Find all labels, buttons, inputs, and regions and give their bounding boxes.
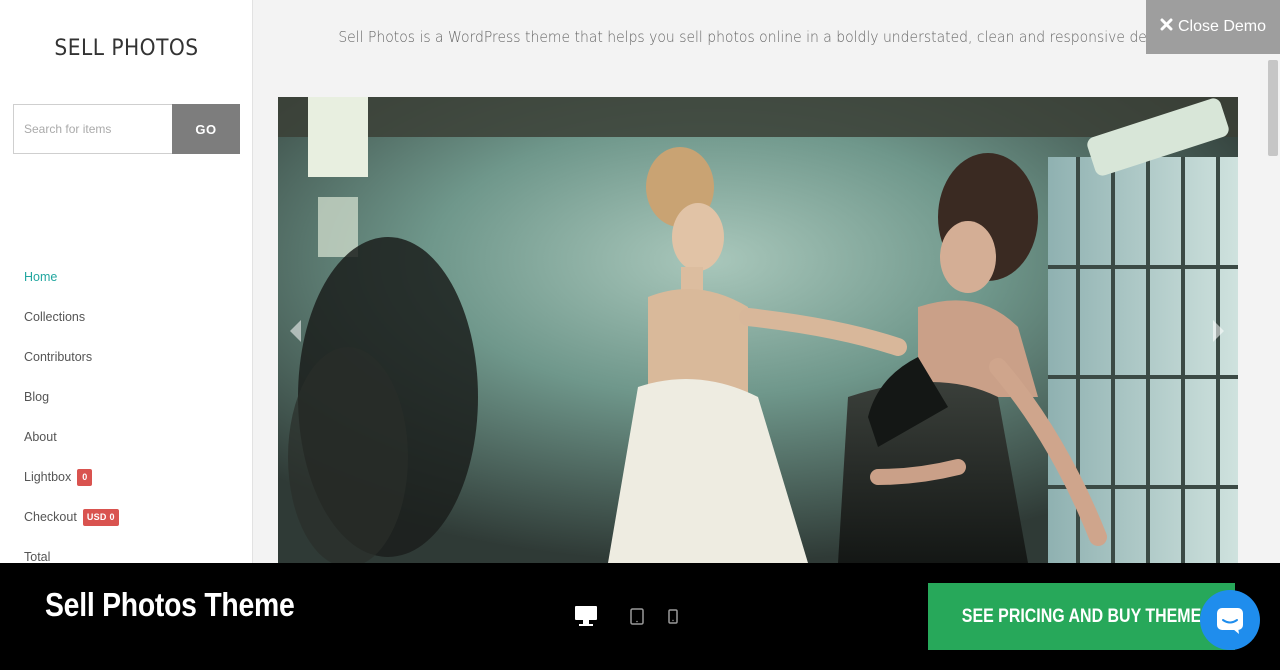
- nav-item-label: Home: [24, 270, 58, 284]
- nav-item-label: Contributors: [24, 350, 93, 364]
- nav-item-label: Checkout: [24, 510, 77, 524]
- nav-item-about[interactable]: About: [24, 417, 119, 457]
- theme-name: Sell Photos Theme: [45, 586, 295, 623]
- close-demo-label: Close Demo: [1177, 18, 1267, 35]
- nav-item-label: Lightbox: [24, 470, 72, 484]
- nav-item-lightbox[interactable]: Lightbox 0: [24, 457, 119, 497]
- chat-icon: [1217, 608, 1243, 634]
- buy-theme-button[interactable]: SEE PRICING AND BUY THEME: [928, 583, 1235, 650]
- nav-item-collections[interactable]: Collections: [24, 297, 119, 337]
- demo-page: SELL PHOTOS GO Home Collections Contribu…: [0, 0, 1280, 670]
- mobile-icon[interactable]: [668, 609, 678, 624]
- nav-item-label: Total: [24, 550, 51, 564]
- search-button[interactable]: GO: [172, 104, 240, 154]
- checkout-total-badge: USD 0: [82, 508, 119, 526]
- search-form: GO: [13, 104, 240, 154]
- nav-item-home[interactable]: Home: [24, 257, 119, 297]
- hero-photo: [278, 97, 1238, 563]
- chat-launcher-button[interactable]: [1200, 590, 1260, 650]
- sidebar: SELL PHOTOS GO Home Collections Contribu…: [0, 0, 253, 564]
- close-demo-button[interactable]: Close Demo: [1146, 0, 1280, 54]
- desktop-icon[interactable]: [574, 605, 598, 627]
- nav-item-label: About: [24, 430, 57, 444]
- hero-slider: [278, 97, 1238, 563]
- close-icon: [1160, 18, 1173, 36]
- scrollbar-thumb[interactable]: [1268, 60, 1278, 156]
- buy-theme-label: SEE PRICING AND BUY THEME: [961, 605, 1202, 627]
- main-nav: Home Collections Contributors Blog About…: [24, 257, 119, 577]
- site-title[interactable]: SELL PHOTOS: [10, 36, 243, 61]
- slider-prev-icon[interactable]: [286, 318, 306, 344]
- nav-item-contributors[interactable]: Contributors: [24, 337, 119, 377]
- slider-next-icon[interactable]: [1208, 318, 1228, 344]
- nav-item-checkout[interactable]: Checkout USD 0: [24, 497, 119, 537]
- site-tagline: Sell Photos is a WordPress theme that he…: [338, 28, 1180, 46]
- nav-item-label: Blog: [24, 390, 50, 404]
- lightbox-count-badge: 0: [77, 468, 93, 486]
- search-input[interactable]: [13, 104, 172, 154]
- nav-item-label: Collections: [24, 310, 86, 324]
- tablet-icon[interactable]: [630, 608, 644, 625]
- nav-item-blog[interactable]: Blog: [24, 377, 119, 417]
